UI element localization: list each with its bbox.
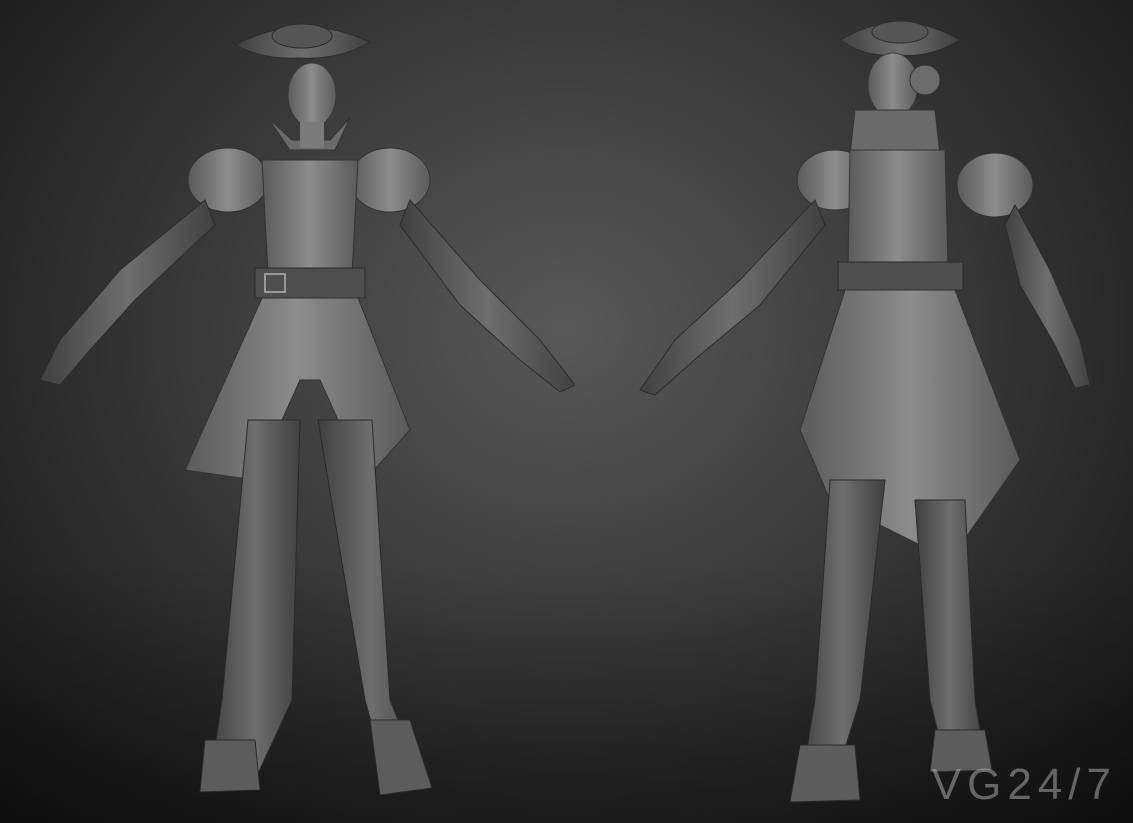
head-front <box>287 62 337 128</box>
front-figure <box>39 23 576 796</box>
vg247-watermark: VG24/7 <box>931 760 1117 809</box>
render-viewport: VG24/7 <box>0 0 1133 823</box>
back-figure <box>639 20 1091 803</box>
character-front-view <box>39 20 1091 803</box>
